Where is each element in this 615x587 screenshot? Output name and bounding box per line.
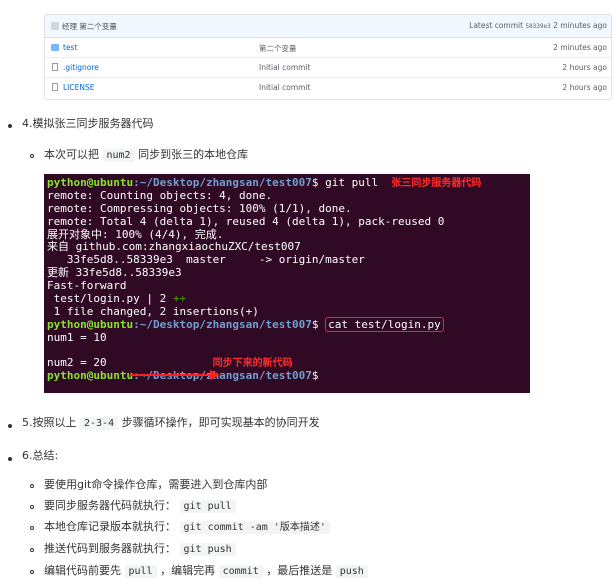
annotation-sync: 张三同步服务器代码 <box>391 178 482 189</box>
inline-code: push <box>335 565 368 578</box>
inline-code: git commit -am '版本描述' <box>179 521 330 534</box>
commit-sha[interactable]: 58339e3 <box>525 23 550 30</box>
step5-text: 5.按照以上 2-3-4 步骤循环操作，即可实现基本的协同开发 <box>22 416 320 431</box>
step4-subtext: 本次可以把 num2 同步到张三的本地仓库 <box>44 148 248 163</box>
file-row: test 第二个变量 2 minutes ago <box>45 38 611 58</box>
terminal-line: remote: Compressing objects: 100% (1/1),… <box>47 201 352 215</box>
file-commit-message[interactable]: Initial commit <box>259 83 311 92</box>
inline-code: commit <box>218 565 263 578</box>
step6-title: 6.总结: <box>22 449 59 462</box>
file-age: 2 hours ago <box>562 83 607 92</box>
stat-plus: ++ <box>172 292 187 306</box>
summary-text: 编辑代码前要先 <box>44 564 121 577</box>
terminal-line: python@ubuntu:~/Desktop/zhangsan/test007… <box>47 176 530 190</box>
bullet-dot <box>8 457 12 461</box>
command-git-pull: $ git pull <box>311 176 379 189</box>
file-row: .gitignore Initial commit 2 hours ago <box>45 58 611 78</box>
repo-file-table: 经理 第二个变量 Latest commit 58339e3 2 minutes… <box>44 14 612 100</box>
latest-commit-info: Latest commit 58339e3 2 minutes ago <box>469 21 607 30</box>
file-name-link[interactable]: LICENSE <box>63 83 94 92</box>
terminal-line: python@ubuntu:~/Desktop/zhangsan/test007… <box>47 316 530 332</box>
file-commit-message[interactable]: Initial commit <box>259 63 311 72</box>
output-num2: num2 = 20 <box>47 356 107 370</box>
step5-prefix: 5.按照以上 <box>22 416 77 429</box>
file-age: 2 hours ago <box>562 63 607 72</box>
inline-code: git push <box>179 543 236 556</box>
commit-time: 2 minutes ago <box>553 21 607 30</box>
step4-sub-prefix: 本次可以把 <box>44 148 99 161</box>
summary-text: 要同步服务器代码就执行： <box>44 499 176 512</box>
bullet-circle <box>30 526 34 530</box>
annotation-new-code: 同步下来的新代码 <box>212 358 293 370</box>
bullet-dot <box>8 424 12 428</box>
prompt-user: python@ubuntu <box>47 369 134 383</box>
step4-sub-suffix: 同步到张三的本地仓库 <box>138 148 249 161</box>
prompt-user: python@ubuntu <box>47 176 134 189</box>
stat-file: test/login.py | 2 <box>47 292 173 306</box>
avatar <box>51 22 59 30</box>
summary-item: 编辑代码前要先 pull ，编辑完再 commit ，最后推送是 push <box>44 564 368 579</box>
inline-code: num2 <box>102 149 135 162</box>
terminal-line: num1 = 10 <box>47 330 107 344</box>
prompt-path: :~/Desktop/zhangsan/test007 <box>133 176 312 189</box>
summary-text: 本地仓库记录版本就执行： <box>44 520 176 533</box>
prompt-dollar: $ <box>311 369 319 383</box>
step4-title: 4.模拟张三同步服务器代码 <box>22 117 154 130</box>
file-commit-message[interactable]: 第二个变量 <box>259 43 297 54</box>
file-icon <box>52 83 58 91</box>
prompt-user: python@ubuntu <box>47 317 134 331</box>
command-cat-highlight: cat test/login.py <box>325 316 444 332</box>
summary-item: 要使用git命令操作仓库，需要进入到仓库内部 <box>44 478 268 491</box>
latest-commit-label: Latest commit <box>469 21 524 30</box>
bullet-circle <box>30 154 34 158</box>
terminal-line: remote: Total 4 (delta 1), reused 4 (del… <box>47 214 445 228</box>
summary-item: 推送代码到服务器就执行： git push <box>44 542 236 557</box>
commit-message[interactable]: 经理 第二个变量 <box>62 21 117 32</box>
file-row: LICENSE Initial commit 2 hours ago <box>45 78 611 97</box>
terminal-line: remote: Counting objects: 4, done. <box>47 188 273 202</box>
prompt-dollar: $ <box>311 317 326 331</box>
bullet-circle <box>30 548 34 552</box>
bullet-circle <box>30 484 34 488</box>
summary-text: ，最后推送是 <box>266 564 333 577</box>
bullet-circle <box>30 570 34 574</box>
prompt-path: :~/Desktop/zhangsan/test007 <box>133 317 312 331</box>
file-name-link[interactable]: test <box>63 43 77 52</box>
inline-code: pull <box>124 565 157 578</box>
terminal-screenshot: python@ubuntu:~/Desktop/zhangsan/test007… <box>44 174 530 393</box>
file-name-link[interactable]: .gitignore <box>63 63 99 72</box>
file-icon <box>52 63 58 71</box>
summary-text: ，编辑完再 <box>160 564 216 577</box>
bullet-dot <box>8 124 12 128</box>
terminal-line: python@ubuntu:~/Desktop/zhangsan/test007… <box>47 369 530 383</box>
file-age: 2 minutes ago <box>553 43 607 52</box>
red-arrow-icon <box>130 370 220 380</box>
latest-commit-bar: 经理 第二个变量 Latest commit 58339e3 2 minutes… <box>45 15 611 38</box>
summary-text: 推送代码到服务器就执行： <box>44 542 176 555</box>
inline-code: 2-3-4 <box>80 417 119 430</box>
bullet-circle <box>30 505 34 509</box>
inline-code: git pull <box>179 500 236 513</box>
summary-item: 要同步服务器代码就执行： git pull <box>44 499 236 514</box>
folder-icon <box>51 44 59 51</box>
step5-suffix: 步骤循环操作，即可实现基本的协同开发 <box>121 416 320 429</box>
terminal-line: test/login.py | 2 ++ <box>47 292 530 306</box>
summary-item: 本地仓库记录版本就执行： git commit -am '版本描述' <box>44 520 330 535</box>
